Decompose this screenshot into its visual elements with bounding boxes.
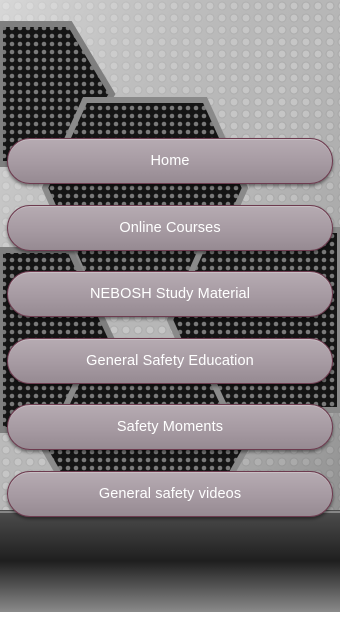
general-safety-videos-button[interactable]: General safety videos (7, 470, 333, 517)
main-menu: Home Online Courses NEBOSH Study Materia… (7, 138, 333, 517)
home-button[interactable]: Home (7, 138, 333, 184)
safety-moments-button[interactable]: Safety Moments (7, 404, 333, 450)
bottom-edge (0, 612, 340, 627)
nebosh-study-material-button[interactable]: NEBOSH Study Material (7, 271, 333, 317)
general-safety-education-button[interactable]: General Safety Education (7, 337, 333, 384)
main-screen: Home Online Courses NEBOSH Study Materia… (0, 0, 340, 627)
online-courses-button[interactable]: Online Courses (7, 204, 333, 251)
dark-floor (0, 510, 340, 612)
